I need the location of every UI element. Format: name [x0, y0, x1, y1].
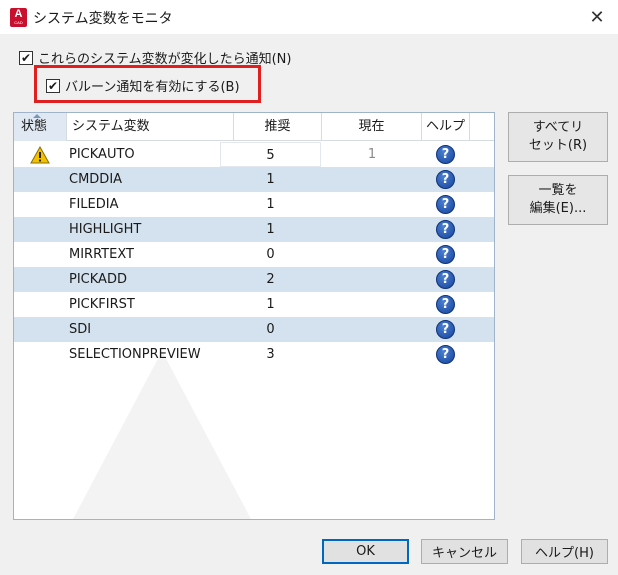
current-value	[322, 192, 422, 217]
variable-name: MIRRTEXT	[69, 247, 134, 262]
status-cell	[14, 342, 67, 367]
current-value	[322, 292, 422, 317]
status-cell	[14, 167, 67, 192]
warning-icon	[30, 146, 50, 164]
help-icon[interactable]: ?	[436, 245, 455, 264]
reset-all-button[interactable]: すべてリ セット(R)	[508, 112, 608, 162]
recommended-value: 1	[266, 172, 275, 187]
status-cell	[14, 317, 67, 342]
table-row[interactable]: HIGHLIGHT 1?	[14, 217, 494, 242]
current-value	[322, 217, 422, 242]
help-icon[interactable]: ?	[436, 320, 455, 339]
status-cell	[14, 267, 67, 292]
current-value	[322, 167, 422, 192]
close-icon: ✕	[589, 6, 605, 28]
current-value: 1	[367, 147, 377, 162]
table-header: 状態 システム変数 推奨 現在 ヘルプ	[14, 113, 494, 141]
recommended-value: 1	[266, 197, 275, 212]
variable-name: SELECTIONPREVIEW	[69, 347, 201, 362]
table-row[interactable]: SELECTIONPREVIEW 3?	[14, 342, 494, 367]
status-cell	[14, 292, 67, 317]
current-value	[322, 242, 422, 267]
recommended-value: 3	[266, 347, 275, 362]
table-row[interactable]: PICKFIRST 1?	[14, 292, 494, 317]
table-row[interactable]: PICKAUTO 5 1?	[14, 142, 494, 167]
help-icon[interactable]: ?	[436, 220, 455, 239]
status-cell	[14, 142, 67, 167]
table-row[interactable]: FILEDIA 1?	[14, 192, 494, 217]
recommended-value: 1	[266, 222, 275, 237]
help-icon[interactable]: ?	[436, 170, 455, 189]
app-logo-icon: A CAD	[10, 8, 27, 27]
recommended-value: 1	[266, 297, 275, 312]
close-button[interactable]: ✕	[584, 4, 610, 30]
status-cell	[14, 217, 67, 242]
variable-name: SDI	[69, 322, 92, 337]
recommended-value: 5	[220, 142, 321, 167]
current-value	[322, 317, 422, 342]
status-cell	[14, 242, 67, 267]
column-header-recommended[interactable]: 推奨	[234, 113, 322, 141]
notify-checkbox[interactable]: ✔	[19, 50, 33, 65]
help-icon[interactable]: ?	[436, 195, 455, 214]
table-row[interactable]: CMDDIA 1?	[14, 167, 494, 192]
variable-name: PICKFIRST	[69, 297, 135, 312]
help-icon[interactable]: ?	[436, 345, 455, 364]
highlight-annotation	[34, 65, 261, 103]
help-button[interactable]: ヘルプ(H)	[521, 539, 608, 564]
table-row[interactable]: PICKADD 2?	[14, 267, 494, 292]
help-icon[interactable]: ?	[436, 270, 455, 289]
recommended-value: 2	[266, 272, 275, 287]
background-watermark	[72, 351, 252, 519]
variable-name: PICKAUTO	[69, 147, 135, 162]
column-header-name[interactable]: システム変数	[67, 113, 234, 141]
table-row[interactable]: MIRRTEXT 0?	[14, 242, 494, 267]
column-header-status[interactable]: 状態	[14, 113, 67, 141]
ok-button[interactable]: OK	[322, 539, 409, 564]
title-bar: A CAD システム変数をモニタ ✕	[0, 0, 618, 34]
recommended-value: 0	[266, 322, 275, 337]
status-cell	[14, 192, 67, 217]
help-icon[interactable]: ?	[436, 145, 455, 164]
recommended-value: 0	[266, 247, 275, 262]
system-variable-table[interactable]: 状態 システム変数 推奨 現在 ヘルプ PICKAUTO 5 1? CMDDIA 1? F…	[13, 112, 495, 520]
window-title: システム変数をモニタ	[33, 11, 173, 27]
variable-name: HIGHLIGHT	[69, 222, 142, 237]
sort-ascending-icon	[33, 114, 41, 118]
variable-name: PICKADD	[69, 272, 127, 287]
column-header-help[interactable]: ヘルプ	[422, 113, 470, 141]
current-value	[322, 267, 422, 292]
help-icon[interactable]: ?	[436, 295, 455, 314]
edit-list-button[interactable]: 一覧を 編集(E)...	[508, 175, 608, 225]
variable-name: FILEDIA	[69, 197, 119, 212]
checkmark-icon: ✔	[20, 50, 32, 65]
current-value	[322, 342, 422, 367]
cancel-button[interactable]: キャンセル	[421, 539, 508, 564]
column-header-current[interactable]: 現在	[322, 113, 422, 141]
table-row[interactable]: SDI 0?	[14, 317, 494, 342]
variable-name: CMDDIA	[69, 172, 123, 187]
